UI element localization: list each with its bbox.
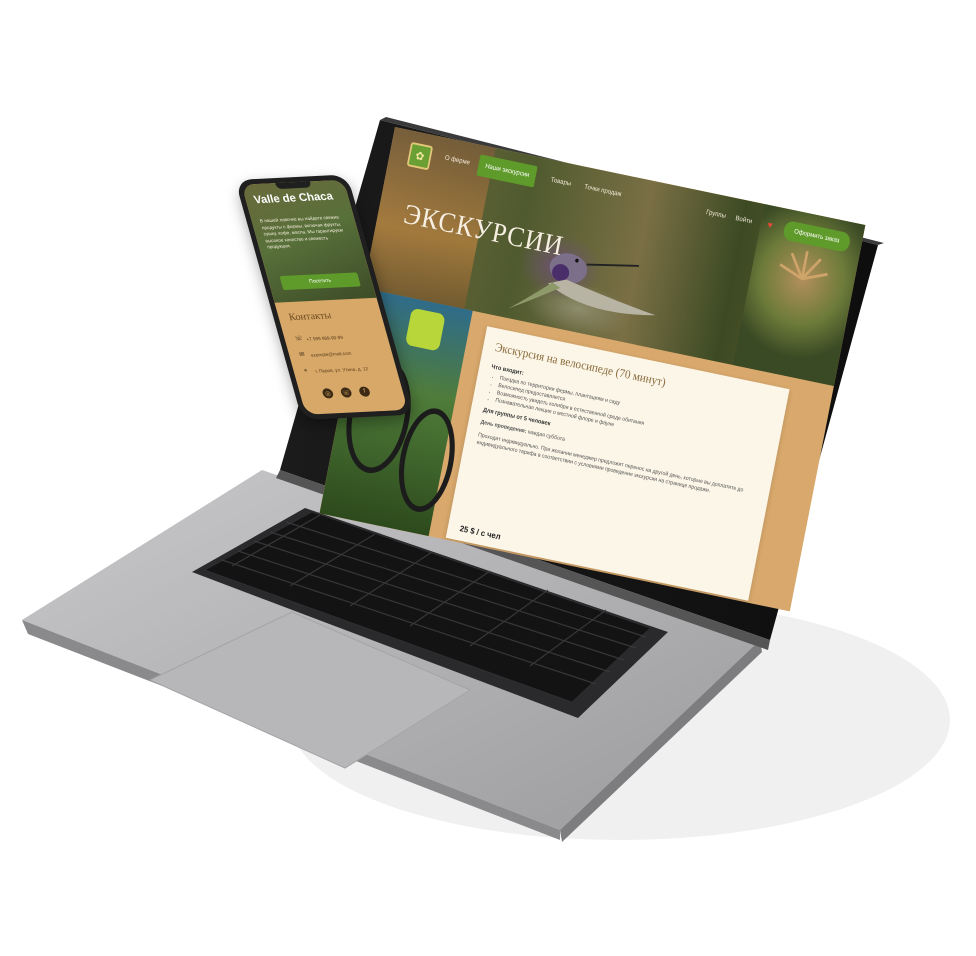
- nav-points[interactable]: Точки продаж: [584, 184, 622, 198]
- mail-icon: ✉: [298, 351, 306, 359]
- whatsapp-icon[interactable]: ☏: [339, 387, 353, 398]
- instagram-icon[interactable]: ◎: [321, 388, 335, 399]
- phone-icon: ☏: [294, 335, 304, 343]
- phone-description: В нашей лавочке вы найдете свежие продук…: [259, 214, 344, 250]
- contacts-title: Контакты: [287, 310, 333, 324]
- phone-contact-row[interactable]: ☏ +7 999 999-99-99: [294, 334, 343, 342]
- nav-about[interactable]: О ферме: [444, 155, 470, 167]
- email-contact-row[interactable]: ✉ exemple@mail.com: [298, 350, 352, 359]
- mockup-scene: ✿ О ферме Наши экскурсии Товары Точки пр…: [0, 0, 976, 956]
- heart-icon[interactable]: ♥: [766, 220, 773, 231]
- nav-products[interactable]: Товары: [550, 177, 571, 188]
- nav-login[interactable]: Войти: [735, 215, 753, 225]
- site-logo[interactable]: ✿: [406, 141, 434, 171]
- rider-shape: [404, 307, 446, 352]
- facebook-icon[interactable]: f: [358, 386, 372, 397]
- nav-groups[interactable]: Группы: [706, 209, 727, 220]
- address: г. Перов, ул. Утина, д. 12: [314, 365, 369, 374]
- location-pin-icon: ⌖: [303, 368, 309, 375]
- email: exemple@mail.com: [310, 350, 352, 358]
- price: 25 $ / с чел: [458, 523, 502, 542]
- address-contact-row[interactable]: ⌖ г. Перов, ул. Утина, д. 12: [303, 365, 369, 375]
- days-value: каждая суббота: [527, 429, 566, 443]
- phone-number: +7 999 999-99-99: [305, 334, 344, 342]
